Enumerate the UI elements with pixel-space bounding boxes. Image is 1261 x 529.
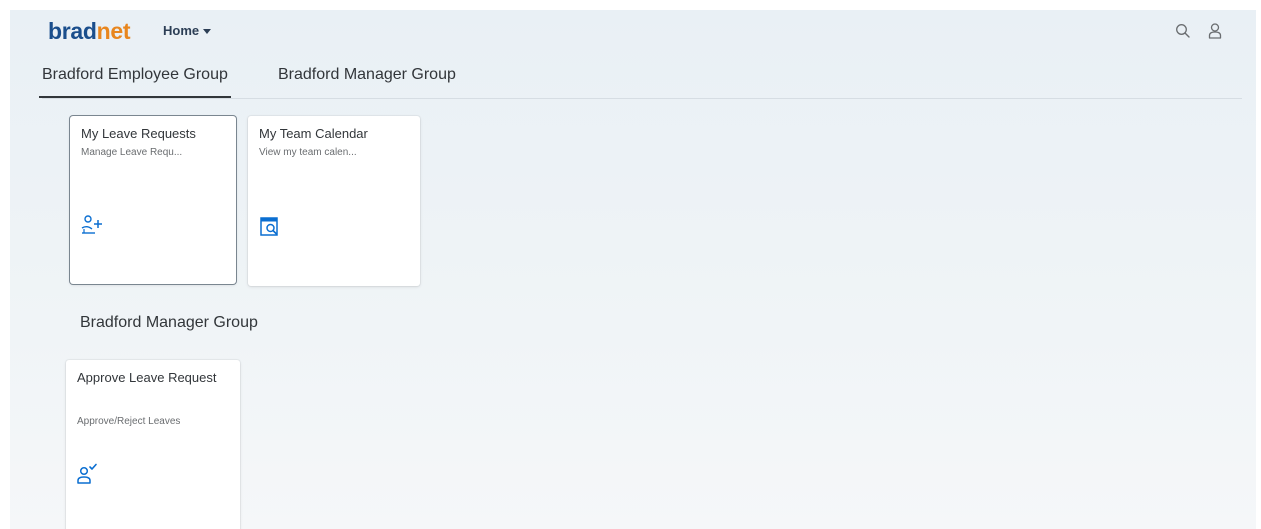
home-menu-button[interactable]: Home xyxy=(163,23,212,38)
tile-subtitle: Manage Leave Requ... xyxy=(81,147,183,158)
group-title-bradford-manager-group: Bradford Manager Group xyxy=(80,314,258,331)
tab-bradford-employee-group[interactable]: Bradford Employee Group xyxy=(39,66,231,98)
tile-subtitle: View my team calen... xyxy=(259,147,357,158)
launchpad: bradnet Home Bradford Employee Group Bra… xyxy=(10,10,1256,529)
tile-title: My Leave Requests xyxy=(81,126,196,141)
tab-label: Bradford Employee Group xyxy=(42,66,228,83)
tile-approve-leave-request[interactable]: Approve Leave Request Approve/Reject Lea… xyxy=(66,360,240,529)
calendar-search-icon xyxy=(258,215,282,239)
tab-bradford-manager-group[interactable]: Bradford Manager Group xyxy=(278,66,456,84)
logo[interactable]: bradnet xyxy=(48,18,131,45)
search-icon[interactable] xyxy=(1174,22,1192,40)
tile-subtitle: Approve/Reject Leaves xyxy=(77,416,181,427)
tile-title: My Team Calendar xyxy=(259,126,368,141)
tile-my-team-calendar[interactable]: My Team Calendar View my team calen... xyxy=(248,116,420,286)
tile-my-leave-requests[interactable]: My Leave Requests Manage Leave Requ... xyxy=(70,116,236,284)
user-approve-icon xyxy=(76,462,100,486)
tab-label: Bradford Manager Group xyxy=(278,66,456,83)
logo-text-net: net xyxy=(96,18,131,44)
group-tab-bar: Bradford Employee Group Bradford Manager… xyxy=(39,62,1242,99)
leave-request-icon xyxy=(80,214,104,238)
user-icon[interactable] xyxy=(1206,22,1224,40)
logo-text-brad: brad xyxy=(48,18,97,44)
tile-title: Approve Leave Request xyxy=(77,370,217,385)
caret-down-icon xyxy=(203,29,212,35)
shell-bar: bradnet Home xyxy=(10,10,1256,54)
home-menu-label: Home xyxy=(163,23,200,38)
